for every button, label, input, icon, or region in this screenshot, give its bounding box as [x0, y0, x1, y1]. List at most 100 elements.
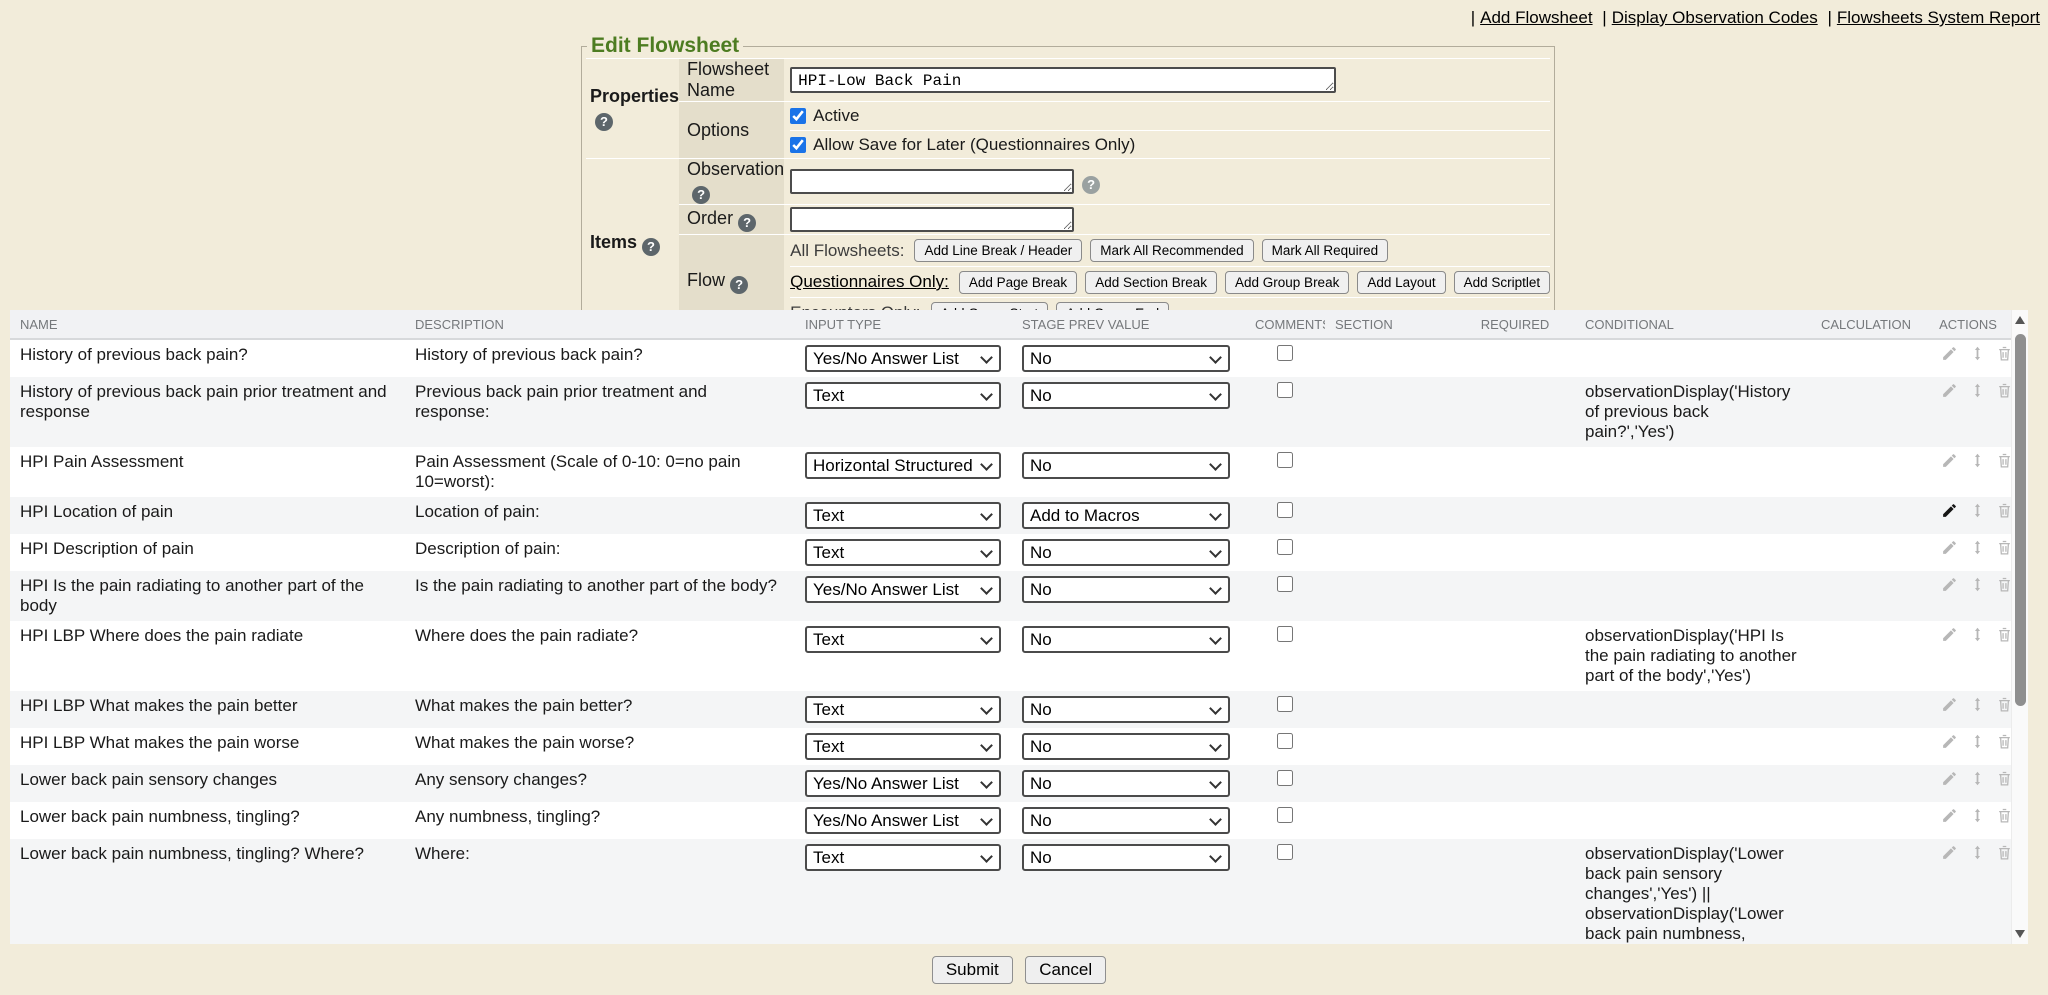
- comments-checkbox[interactable]: [1277, 576, 1293, 592]
- stage-prev-select[interactable]: No: [1022, 770, 1230, 797]
- move-icon[interactable]: [1969, 345, 1986, 362]
- flow-help-icon[interactable]: ?: [730, 276, 748, 294]
- active-checkbox[interactable]: [790, 108, 806, 124]
- input-type-select[interactable]: Yes/No Answer List: [805, 345, 1001, 372]
- item-required: [1455, 728, 1575, 765]
- input-type-select[interactable]: Yes/No Answer List: [805, 807, 1001, 834]
- edit-icon[interactable]: [1941, 807, 1958, 824]
- input-type-select[interactable]: Text: [805, 382, 1001, 409]
- cancel-button[interactable]: Cancel: [1025, 956, 1106, 984]
- item-description: Is the pain radiating to another part of…: [415, 576, 777, 595]
- stage-prev-select[interactable]: No: [1022, 539, 1230, 566]
- edit-icon[interactable]: [1941, 626, 1958, 643]
- input-type-select[interactable]: Horizontal Structured Answer List: [805, 452, 1001, 479]
- table-row: Lower back pain sensory changes Any sens…: [10, 765, 2011, 802]
- observation-input[interactable]: [790, 169, 1074, 194]
- input-type-select[interactable]: Text: [805, 626, 1001, 653]
- input-type-select[interactable]: Text: [805, 844, 1001, 871]
- move-icon[interactable]: [1969, 452, 1986, 469]
- comments-checkbox[interactable]: [1277, 770, 1293, 786]
- input-type-select[interactable]: Text: [805, 696, 1001, 723]
- move-icon[interactable]: [1969, 576, 1986, 593]
- stage-prev-select[interactable]: No: [1022, 345, 1230, 372]
- order-input[interactable]: [790, 207, 1074, 232]
- item-name: HPI Is the pain radiating to another par…: [20, 576, 364, 615]
- edit-icon[interactable]: [1941, 382, 1958, 399]
- edit-icon[interactable]: [1941, 844, 1958, 861]
- item-description: Where does the pain radiate?: [415, 626, 638, 645]
- add-line-break-header-button[interactable]: Add Line Break / Header: [914, 239, 1082, 262]
- scrollbar-thumb[interactable]: [2015, 334, 2026, 706]
- move-icon[interactable]: [1969, 539, 1986, 556]
- edit-icon[interactable]: [1941, 696, 1958, 713]
- observation-label: Observation: [687, 159, 784, 179]
- comments-checkbox[interactable]: [1277, 696, 1293, 712]
- move-icon[interactable]: [1969, 626, 1986, 643]
- comments-checkbox[interactable]: [1277, 382, 1293, 398]
- properties-help-icon[interactable]: ?: [595, 113, 613, 131]
- items-help-icon[interactable]: ?: [642, 238, 660, 256]
- allow-save-checkbox[interactable]: [790, 137, 806, 153]
- comments-checkbox[interactable]: [1277, 539, 1293, 555]
- stage-prev-select[interactable]: No: [1022, 382, 1230, 409]
- edit-icon[interactable]: [1941, 452, 1958, 469]
- move-icon[interactable]: [1969, 502, 1986, 519]
- move-icon[interactable]: [1969, 844, 1986, 861]
- stage-prev-select[interactable]: No: [1022, 696, 1230, 723]
- comments-checkbox[interactable]: [1277, 452, 1293, 468]
- add-section-break-button[interactable]: Add Section Break: [1085, 271, 1217, 294]
- edit-icon[interactable]: [1941, 733, 1958, 750]
- move-icon[interactable]: [1969, 733, 1986, 750]
- stage-prev-select[interactable]: No: [1022, 733, 1230, 760]
- item-calculation: [1807, 571, 1925, 621]
- column-header-name: NAME: [10, 310, 405, 339]
- item-name: HPI LBP What makes the pain worse: [20, 733, 299, 752]
- comments-checkbox[interactable]: [1277, 844, 1293, 860]
- input-type-select[interactable]: Text: [805, 502, 1001, 529]
- mark-all-recommended-button[interactable]: Mark All Recommended: [1090, 239, 1253, 262]
- comments-checkbox[interactable]: [1277, 626, 1293, 642]
- flowsheet-name-input[interactable]: HPI-Low Back Pain: [790, 67, 1336, 93]
- link-add-flowsheet[interactable]: Add Flowsheet: [1480, 8, 1592, 27]
- comments-checkbox[interactable]: [1277, 733, 1293, 749]
- order-help-icon[interactable]: ?: [738, 214, 756, 232]
- link-display-observation-codes[interactable]: Display Observation Codes: [1612, 8, 1818, 27]
- input-type-select[interactable]: Text: [805, 539, 1001, 566]
- move-icon[interactable]: [1969, 770, 1986, 787]
- add-group-break-button[interactable]: Add Group Break: [1225, 271, 1349, 294]
- observation-secondary-help-icon[interactable]: ?: [1082, 176, 1100, 194]
- link-flowsheets-system-report[interactable]: Flowsheets System Report: [1837, 8, 2040, 27]
- observation-help-icon[interactable]: ?: [692, 186, 710, 204]
- comments-checkbox[interactable]: [1277, 807, 1293, 823]
- input-type-select[interactable]: Text: [805, 733, 1001, 760]
- add-layout-button[interactable]: Add Layout: [1357, 271, 1445, 294]
- item-description: Location of pain:: [415, 502, 540, 521]
- stage-prev-select[interactable]: Add to Macros: [1022, 502, 1230, 529]
- move-icon[interactable]: [1969, 382, 1986, 399]
- add-page-break-button[interactable]: Add Page Break: [959, 271, 1077, 294]
- move-icon[interactable]: [1969, 807, 1986, 824]
- edit-icon[interactable]: [1941, 345, 1958, 362]
- mark-all-required-button[interactable]: Mark All Required: [1262, 239, 1389, 262]
- move-icon[interactable]: [1969, 696, 1986, 713]
- input-type-select[interactable]: Yes/No Answer List: [805, 770, 1001, 797]
- add-scriptlet-button[interactable]: Add Scriptlet: [1454, 271, 1551, 294]
- stage-prev-select[interactable]: No: [1022, 576, 1230, 603]
- edit-icon[interactable]: [1941, 539, 1958, 556]
- stage-prev-select[interactable]: No: [1022, 807, 1230, 834]
- submit-button[interactable]: Submit: [932, 956, 1013, 984]
- input-type-select[interactable]: Yes/No Answer List: [805, 576, 1001, 603]
- allow-save-label: Allow Save for Later (Questionnaires Onl…: [813, 135, 1135, 155]
- column-header-actions: ACTIONS: [1925, 310, 2011, 339]
- edit-icon[interactable]: [1941, 576, 1958, 593]
- scroll-down-arrow-icon[interactable]: [2015, 930, 2025, 938]
- edit-icon[interactable]: [1941, 502, 1958, 519]
- stage-prev-select[interactable]: No: [1022, 452, 1230, 479]
- item-required: [1455, 534, 1575, 571]
- stage-prev-select[interactable]: No: [1022, 844, 1230, 871]
- comments-checkbox[interactable]: [1277, 345, 1293, 361]
- edit-icon[interactable]: [1941, 770, 1958, 787]
- comments-checkbox[interactable]: [1277, 502, 1293, 518]
- scroll-up-arrow-icon[interactable]: [2015, 316, 2025, 324]
- stage-prev-select[interactable]: No: [1022, 626, 1230, 653]
